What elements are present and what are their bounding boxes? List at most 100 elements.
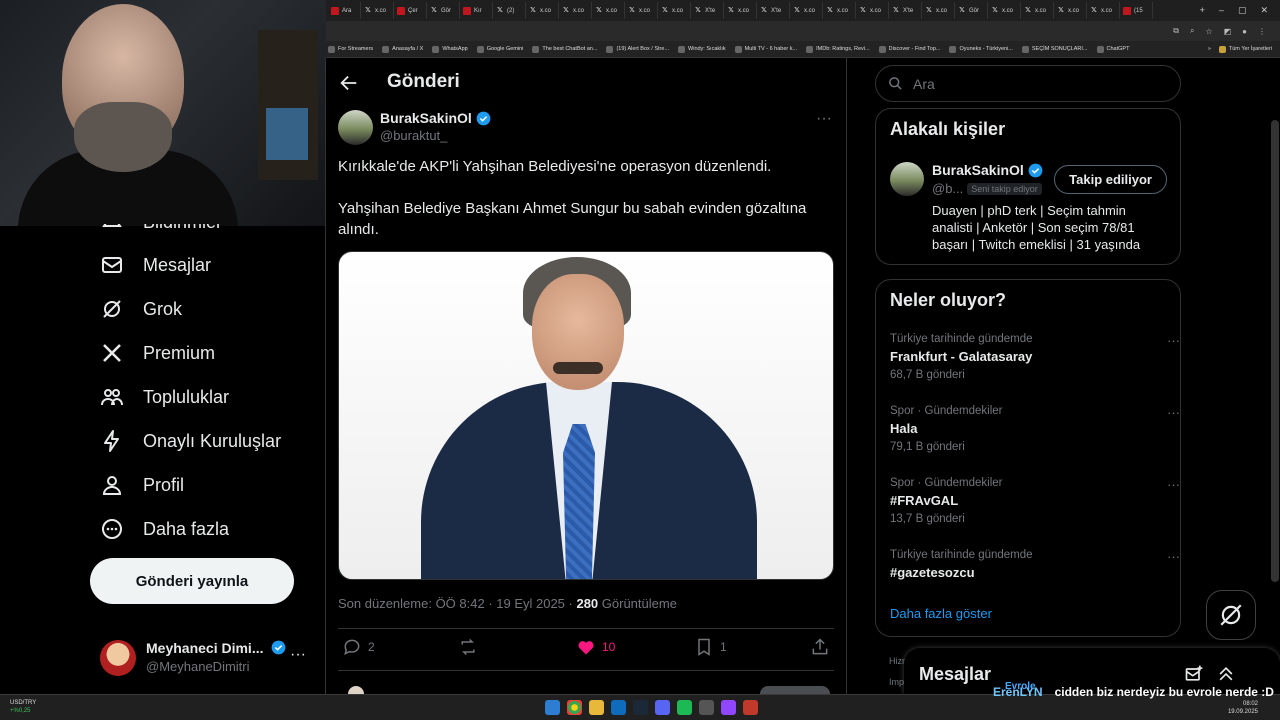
scrollbar[interactable] [1271, 120, 1279, 582]
browser-tab[interactable]: 𝕏x.co [790, 2, 823, 19]
browser-tab[interactable]: Çer [394, 2, 427, 19]
bookmark-star-icon[interactable]: ☆ [1205, 27, 1212, 36]
browser-tab[interactable]: 𝕏x.co [361, 2, 394, 19]
post-image[interactable] [338, 251, 834, 580]
nav-more[interactable]: Daha fazla [100, 517, 229, 541]
browser-tab[interactable]: 𝕏x.co [658, 2, 691, 19]
bookmark-item[interactable]: Google Gemini [476, 45, 523, 53]
trend-item[interactable]: Spor · Gündemdekiler Hala 79,1 B gönderi… [890, 405, 1180, 453]
following-button[interactable]: Takip ediliyor [1054, 165, 1167, 194]
trend-item[interactable]: Spor · Gündemdekiler #FRAvGAL 13,7 B gön… [890, 477, 1180, 525]
minimize-icon[interactable]: – [1219, 5, 1224, 16]
repost-button[interactable] [458, 637, 484, 657]
app-icon[interactable] [699, 700, 714, 715]
back-arrow-icon[interactable] [338, 72, 360, 94]
browser-tab[interactable]: 𝕏x.co [823, 2, 856, 19]
app-icon[interactable] [743, 700, 758, 715]
account-switcher[interactable]: Meyhaneci Dimi... @MeyhaneDimitri ··· [100, 636, 310, 682]
trend-item[interactable]: Türkiye tarihinde gündemde #gazetesozcu … [890, 549, 1180, 580]
bookmark-item[interactable]: ChatGPT [1096, 45, 1129, 53]
nav-premium[interactable]: Premium [100, 341, 215, 365]
trend-item[interactable]: Türkiye tarihinde gündemde Frankfurt - G… [890, 333, 1180, 381]
bookmark-button[interactable]: 1 [694, 637, 727, 657]
related-person-avatar[interactable] [890, 162, 924, 196]
bookmark-item[interactable]: For Streamers [328, 45, 373, 53]
trend-more-icon[interactable]: ··· [1167, 477, 1180, 492]
browser-tab[interactable]: Ara [328, 2, 361, 19]
chrome-icon[interactable] [567, 700, 582, 715]
profile-icon[interactable]: ● [1242, 27, 1247, 36]
browser-tab[interactable]: 𝕏x.co [592, 2, 625, 19]
share-button[interactable] [810, 637, 830, 657]
browser-tab[interactable]: 𝕏x.co [922, 2, 955, 19]
nav-verified-orgs[interactable]: Onaylı Kuruluşlar [100, 429, 281, 453]
browser-tab[interactable]: 𝕏x.co [1021, 2, 1054, 19]
discord-icon[interactable] [655, 700, 670, 715]
browser-tab[interactable]: 𝕏 X'te [691, 2, 724, 19]
bookmark-item[interactable]: WhatsApp [432, 45, 468, 53]
bookmark-item[interactable]: IMDb: Ratings, Revi... [806, 45, 870, 53]
spotify-icon[interactable] [677, 700, 692, 715]
windows-start-icon[interactable] [545, 700, 560, 715]
browser-tab[interactable]: 𝕏 (2) [493, 2, 526, 19]
reply-composer-button[interactable] [760, 686, 830, 694]
bookmark-item[interactable]: Discover - Find Top... [878, 45, 940, 53]
nav-messages[interactable]: Mesajlar [100, 253, 211, 277]
browser-tab[interactable]: 𝕏x.co [856, 2, 889, 19]
author-name[interactable]: BurakSakinOl [380, 110, 491, 126]
bookmark-item[interactable]: Anasayfa / X [382, 45, 423, 53]
browser-tab[interactable]: 𝕏x.co [724, 2, 757, 19]
browser-tab[interactable]: 𝕏 X'te [889, 2, 922, 19]
extensions-icon[interactable]: ◩ [1224, 27, 1232, 36]
bookmark-item[interactable]: Windy: Sıcaklık [678, 45, 726, 53]
reply-button[interactable]: 2 [342, 637, 375, 657]
bookmark-item[interactable]: Oyuneks - Türkiyeni... [949, 45, 1013, 53]
author-handle[interactable]: @buraktut_ [380, 128, 447, 143]
author-avatar[interactable] [338, 110, 373, 145]
new-tab-icon[interactable]: + [1200, 5, 1205, 16]
post-button[interactable]: Gönderi yayınla [90, 558, 294, 604]
streaming-app-icon[interactable] [721, 700, 736, 715]
like-button[interactable]: 10 [576, 637, 615, 657]
all-bookmarks-folder[interactable]: Tüm Yer İşaretleri [1218, 45, 1272, 53]
related-person-name[interactable]: BurakSakinOl [932, 162, 1043, 178]
maximize-icon[interactable]: ▢ [1238, 5, 1247, 16]
bookmarks-overflow[interactable]: » [1208, 46, 1211, 53]
bookmark-item[interactable]: Multi TV - 6 haber k... [734, 45, 797, 53]
zoom-icon[interactable]: ⌕ [1190, 26, 1194, 36]
browser-tab[interactable]: Kır [460, 2, 493, 19]
grok-button[interactable] [1206, 590, 1256, 640]
search-input[interactable]: Ara [875, 65, 1181, 102]
app-icon[interactable] [611, 700, 626, 715]
bookmark-item[interactable]: (19) Alert Box / Stre... [606, 45, 669, 53]
expand-chevrons-icon[interactable] [1216, 664, 1236, 684]
browser-tab[interactable]: 𝕏x.co [1087, 2, 1120, 19]
show-more-link[interactable]: Daha fazla göster [890, 606, 992, 621]
nav-profile[interactable]: Profil [100, 473, 184, 497]
currency-widget[interactable]: USD/TRY +%0,25 [10, 699, 36, 715]
file-explorer-icon[interactable] [589, 700, 604, 715]
browser-menu-icon[interactable]: ⋮ [1258, 27, 1266, 36]
account-more-icon[interactable]: ··· [290, 646, 306, 664]
close-window-icon[interactable]: ✕ [1260, 5, 1268, 16]
trend-more-icon[interactable]: ··· [1167, 405, 1180, 420]
browser-tab[interactable]: (15 [1120, 2, 1153, 19]
system-clock[interactable]: 08:02 19.09.2025 [1228, 700, 1258, 716]
bookmark-item[interactable]: The best ChatBot an... [532, 45, 597, 53]
browser-tab[interactable]: 𝕏x.co [1054, 2, 1087, 19]
browser-tab[interactable]: 𝕏x.co [988, 2, 1021, 19]
browser-tab[interactable]: 𝕏x.co [625, 2, 658, 19]
browser-tab[interactable]: 𝕏 Gör [955, 2, 988, 19]
steam-icon[interactable] [633, 700, 648, 715]
trend-more-icon[interactable]: ··· [1167, 549, 1180, 564]
post-more-icon[interactable]: ··· [816, 110, 832, 128]
trend-more-icon[interactable]: ··· [1167, 333, 1180, 348]
nav-communities[interactable]: Topluluklar [100, 385, 229, 409]
browser-tab[interactable]: 𝕏 Gör [427, 2, 460, 19]
browser-tab[interactable]: 𝕏x.co [526, 2, 559, 19]
new-message-icon[interactable] [1184, 664, 1204, 684]
post-edited-time[interactable]: Son düzenleme: ÖÖ 8:42 · 19 Eyl 2025 · [338, 596, 576, 611]
install-icon[interactable]: ⧉ [1173, 26, 1179, 36]
browser-tab[interactable]: 𝕏 X'te [757, 2, 790, 19]
browser-tab[interactable]: 𝕏x.co [559, 2, 592, 19]
